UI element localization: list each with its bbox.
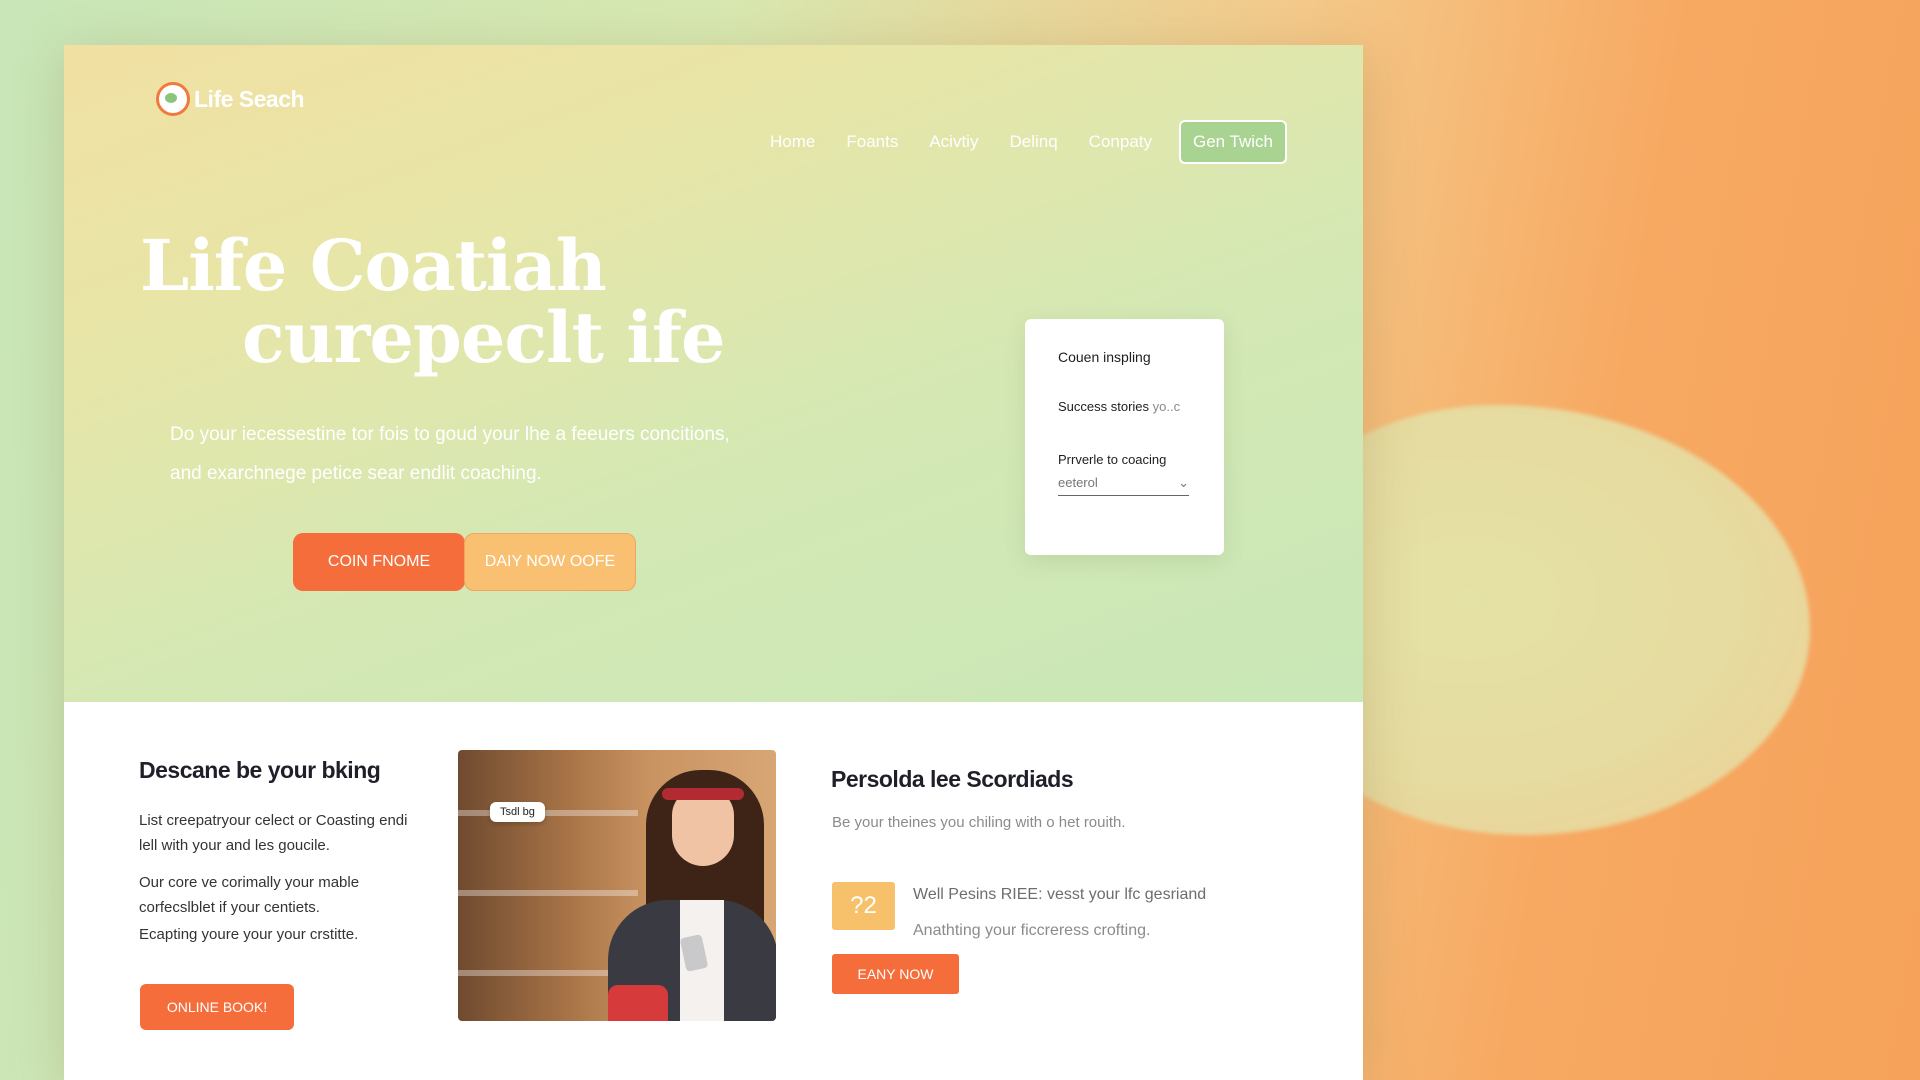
nav-item-acivtiy[interactable]: Acivtiy [929, 132, 978, 152]
card-success-label: Success stories [1058, 399, 1150, 414]
online-book-button[interactable]: ONLINE BOOK! [140, 984, 294, 1030]
section1-title: Descane be your bking [139, 757, 381, 783]
content-section: Descane be your bking List creepatryour … [64, 702, 1363, 1080]
feature-badge: ?2 [832, 882, 895, 930]
card-success-stories[interactable]: Success stories yo..c [1058, 399, 1224, 414]
nav-item-foants[interactable]: Foants [846, 132, 898, 152]
hero-title: Life Coatiah curepeclt ife [140, 230, 726, 379]
logo-text: Life Seach [194, 85, 305, 112]
hero-title-line1: Life Coatiah [140, 224, 607, 307]
hero-secondary-button[interactable]: DAIY NOW OOFE [464, 533, 636, 591]
main-nav: Home Foants Acivtiy Delinq Conpaty Gen T… [770, 120, 1288, 164]
hero-subtitle-line1: Do your iecessestine tor fois to goud yo… [170, 424, 730, 445]
photo-shelf [458, 810, 638, 816]
logo[interactable]: Life Seach [156, 82, 305, 116]
section3-title: Persolda lee Scordiads [831, 766, 1074, 792]
inspiration-card: Couen inspling Success stories yo..c Prr… [1025, 319, 1224, 555]
photo-headband [662, 788, 744, 800]
section1-paragraph-1: List creepatryour celect or Coasting end… [139, 812, 408, 854]
hero-subtitle: Do your iecessestine tor fois to goud yo… [170, 415, 810, 493]
nav-item-conpaty[interactable]: Conpaty [1089, 132, 1152, 152]
feature-line-2: Anathting your ficcreress crofting. [913, 922, 1151, 939]
nav-item-home[interactable]: Home [770, 132, 815, 152]
hero-title-line2: curepeclt ife [242, 296, 726, 379]
card-select-value: eeterol [1058, 475, 1098, 490]
woman-with-phone-photo: Tsdl bg [458, 750, 776, 1021]
nav-item-delinq[interactable]: Delinq [1009, 132, 1057, 152]
feature-line-1: Well Pesins RIEE: vesst your lfc gesrian… [913, 886, 1207, 903]
nav-cta-button[interactable]: Gen Twich [1179, 120, 1288, 164]
photo-bag [608, 985, 668, 1021]
webpage-window: Life Seach Home Foants Acivtiy Delinq Co… [64, 45, 1363, 1080]
photo-tag: Tsdl bg [490, 802, 545, 822]
card-success-faint: yo..c [1152, 399, 1181, 414]
section1-paragraph-2: Our core ve corimally your mable corfecs… [139, 874, 360, 916]
section3-subtitle: Be your theines you chiling with o het r… [832, 814, 1126, 831]
card-title: Couen inspling [1058, 349, 1151, 365]
logo-icon [156, 82, 190, 116]
card-select-label: Prrverle to coacing [1058, 452, 1167, 467]
hero-subtitle-line2: and exarchnege petice sear endlit coachi… [170, 463, 542, 484]
card-select[interactable]: eeterol ⌄ [1058, 475, 1189, 496]
chevron-down-icon: ⌄ [1178, 475, 1189, 490]
hero-primary-button[interactable]: COIN FNOME [293, 533, 465, 591]
hero-section: Life Seach Home Foants Acivtiy Delinq Co… [64, 45, 1363, 702]
section1-paragraph-3: Ecapting youre your your crstitte. [139, 926, 359, 943]
photo-shelf [458, 890, 638, 896]
any-now-button[interactable]: EANY NOW [832, 954, 959, 994]
